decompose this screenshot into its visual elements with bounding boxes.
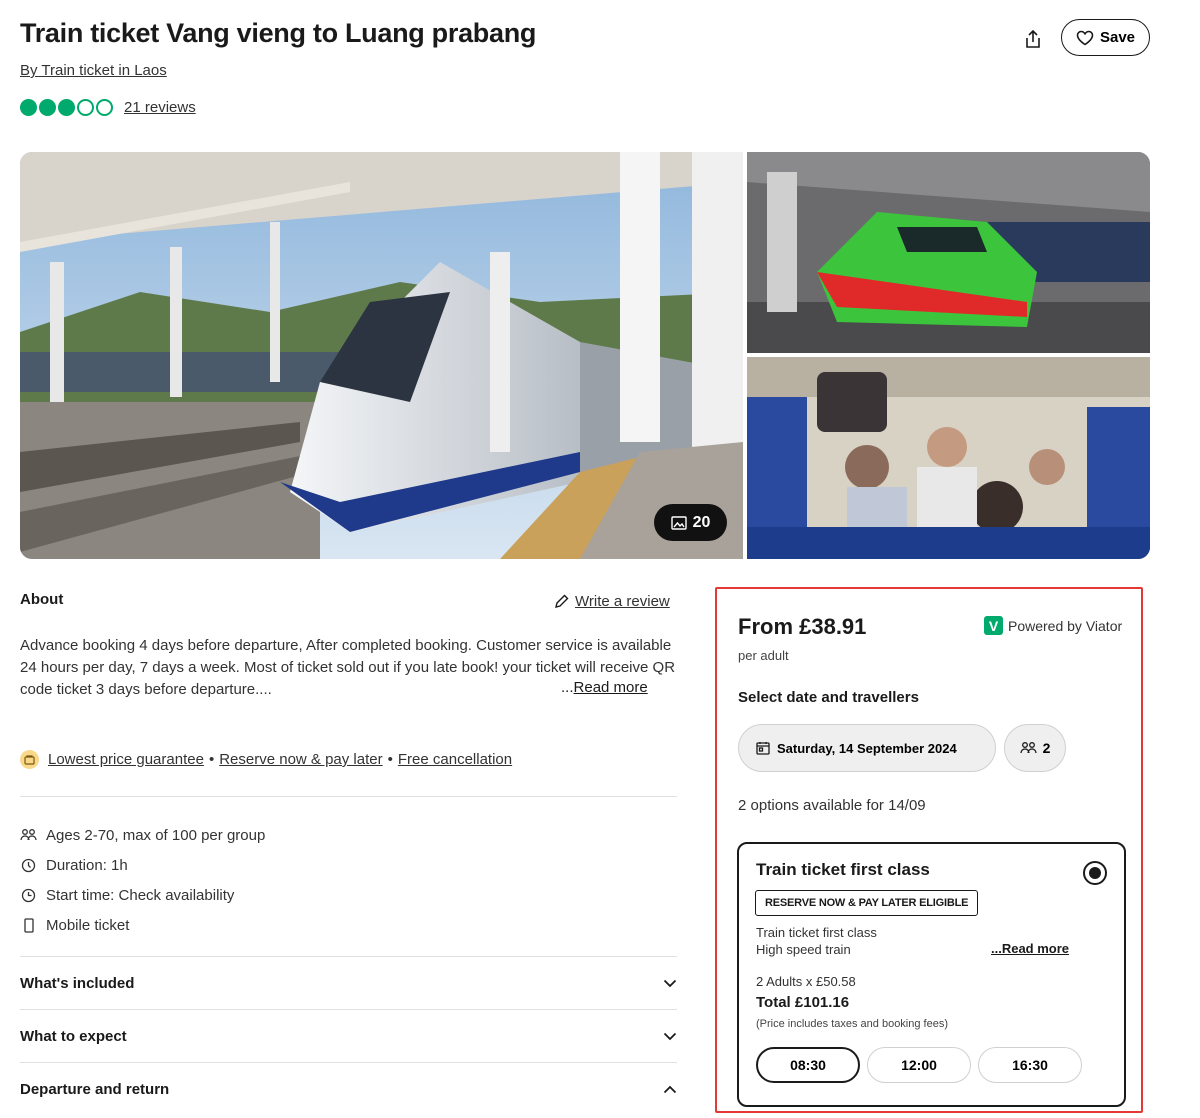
rating-bubble-icon bbox=[20, 99, 37, 116]
chevron-up-icon bbox=[663, 1085, 677, 1093]
info-start-time: Start time: Check availability bbox=[20, 880, 265, 910]
price-tag-icon bbox=[20, 750, 39, 769]
select-date-heading: Select date and travellers bbox=[738, 689, 919, 706]
option-adults-price: 2 Adults x £50.58 bbox=[756, 974, 856, 989]
reserve-now-link[interactable]: Reserve now & pay later bbox=[219, 751, 382, 768]
rating-bubble-empty-icon bbox=[77, 99, 94, 116]
rating-bubbles: 21 reviews bbox=[20, 99, 196, 116]
feature-badges: Lowest price guarantee • Reserve now & p… bbox=[20, 750, 512, 769]
write-review-label: Write a review bbox=[575, 593, 670, 610]
accordion-label: What's included bbox=[20, 974, 135, 992]
image-icon bbox=[670, 515, 687, 530]
train-platform-image bbox=[20, 152, 743, 559]
ages-text: Ages 2-70, max of 100 per group bbox=[46, 826, 266, 844]
operator-link[interactable]: By Train ticket in Laos bbox=[20, 62, 167, 79]
travellers-icon bbox=[1019, 742, 1037, 754]
separator: • bbox=[387, 751, 393, 768]
clock-icon bbox=[20, 887, 37, 904]
travellers-button[interactable]: 2 bbox=[1004, 724, 1066, 772]
accordion-what-to-expect[interactable]: What to expect bbox=[20, 1010, 677, 1062]
photo-count-button[interactable]: 20 bbox=[654, 504, 727, 541]
photo-gallery: 20 bbox=[20, 152, 1150, 559]
option-radio[interactable] bbox=[1083, 861, 1107, 885]
chevron-down-icon bbox=[663, 979, 677, 987]
selected-date: Saturday, 14 September 2024 bbox=[777, 740, 957, 756]
powered-by-text: Powered by Viator bbox=[1008, 617, 1123, 634]
duration-text: Duration: 1h bbox=[46, 856, 128, 874]
radio-selected-dot bbox=[1089, 867, 1101, 879]
lowest-price-link[interactable]: Lowest price guarantee bbox=[48, 751, 204, 768]
reserve-pay-later-badge: RESERVE NOW & PAY LATER ELIGIBLE bbox=[755, 890, 979, 916]
time-slot-button[interactable]: 16:30 bbox=[978, 1047, 1082, 1083]
about-heading: About bbox=[20, 591, 64, 608]
option-price-note: (Price includes taxes and booking fees) bbox=[756, 1018, 948, 1030]
divider bbox=[20, 796, 677, 797]
read-more-label: Read more bbox=[573, 679, 648, 696]
rating-bubble-icon bbox=[39, 99, 56, 116]
write-review-link[interactable]: Write a review bbox=[554, 593, 670, 610]
time-slot-button[interactable]: 12:00 bbox=[867, 1047, 971, 1083]
tour-info-list: Ages 2-70, max of 100 per group Duration… bbox=[20, 820, 265, 940]
rating-bubble-empty-icon bbox=[96, 99, 113, 116]
option-total: Total £101.16 bbox=[756, 994, 850, 1011]
options-available: 2 options available for 14/09 bbox=[738, 797, 926, 814]
price-per-adult: per adult bbox=[738, 648, 789, 663]
calendar-icon bbox=[756, 742, 770, 755]
group-icon bbox=[20, 827, 37, 844]
train-interior-image bbox=[747, 357, 1150, 559]
start-time-text: Start time: Check availability bbox=[46, 886, 235, 904]
time-slot-button[interactable]: 08:30 bbox=[756, 1047, 860, 1083]
save-label: Save bbox=[1099, 29, 1136, 46]
accordion-whats-included[interactable]: What's included bbox=[20, 957, 677, 1009]
accordion-label: What to expect bbox=[20, 1027, 127, 1045]
option-read-more-link[interactable]: ...Read more bbox=[991, 941, 1069, 956]
option-title: Train ticket first class bbox=[756, 860, 930, 879]
accordion-label: Departure and return bbox=[20, 1080, 170, 1098]
free-cancellation-link[interactable]: Free cancellation bbox=[398, 751, 512, 768]
green-train-image bbox=[747, 152, 1150, 353]
secondary-photo[interactable] bbox=[747, 357, 1150, 559]
photo-count: 20 bbox=[692, 513, 711, 531]
powered-by-viator: V Powered by Viator bbox=[984, 616, 1122, 635]
timer-icon bbox=[20, 857, 37, 874]
ticket-option-card[interactable]: Train ticket first class RESERVE NOW & P… bbox=[737, 842, 1126, 1107]
accordion-departure-return[interactable]: Departure and return bbox=[20, 1063, 677, 1115]
traveller-count: 2 bbox=[1042, 740, 1051, 756]
price-from: From £38.91 bbox=[738, 614, 867, 639]
rating-bubble-icon bbox=[58, 99, 75, 116]
viator-logo-icon: V bbox=[984, 616, 1003, 635]
separator: • bbox=[208, 751, 215, 768]
info-ages: Ages 2-70, max of 100 per group bbox=[20, 820, 265, 850]
page-title: Train ticket Vang vieng to Luang prabang bbox=[20, 18, 537, 48]
option-description: Train ticket first class High speed trai… bbox=[756, 924, 877, 958]
read-more-prefix: ... bbox=[561, 679, 574, 696]
info-ticket: Mobile ticket bbox=[20, 910, 265, 940]
secondary-photo[interactable] bbox=[747, 152, 1150, 353]
chevron-down-icon bbox=[663, 1032, 677, 1040]
option-desc-line: High speed train bbox=[756, 942, 851, 957]
reviews-link[interactable]: 21 reviews bbox=[124, 99, 196, 116]
ticket-text: Mobile ticket bbox=[46, 916, 130, 934]
share-icon bbox=[1026, 29, 1040, 48]
about-read-more-link[interactable]: ...Read more bbox=[561, 679, 648, 696]
mobile-phone-icon bbox=[20, 917, 37, 934]
info-duration: Duration: 1h bbox=[20, 850, 265, 880]
pencil-icon bbox=[555, 594, 569, 608]
date-picker-button[interactable]: Saturday, 14 September 2024 bbox=[738, 724, 996, 772]
share-button[interactable] bbox=[1018, 25, 1048, 53]
main-photo[interactable] bbox=[20, 152, 743, 559]
heart-icon bbox=[1076, 30, 1094, 45]
option-desc-line: Train ticket first class bbox=[756, 925, 877, 940]
save-button[interactable]: Save bbox=[1061, 19, 1150, 56]
